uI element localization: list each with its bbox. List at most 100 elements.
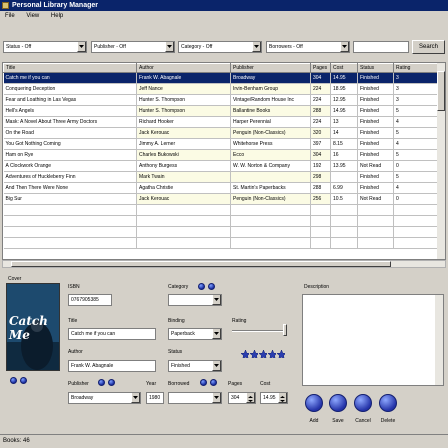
delete-button[interactable] xyxy=(379,394,397,412)
empty-cell xyxy=(393,215,438,227)
delete-button-label: Delete xyxy=(380,418,396,424)
table-row[interactable]: You Got Nothing Coming Jimmy A. Lerner Whi… xyxy=(3,138,438,150)
search-input[interactable] xyxy=(353,41,409,53)
cancel-button[interactable] xyxy=(354,394,372,412)
empty-cell xyxy=(3,237,137,249)
table-row[interactable]: Catch me if you can Frank W. Abagnale Broa… xyxy=(3,72,438,84)
empty-cell xyxy=(230,215,311,227)
rating-slider-thumb[interactable] xyxy=(283,324,287,336)
table-row[interactable]: Adventures of Huckleberry Finn Mark Twain… xyxy=(3,171,438,183)
column-header-pages[interactable]: Pages xyxy=(310,63,331,73)
category-select[interactable] xyxy=(168,294,222,306)
category-edit-icon[interactable] xyxy=(208,283,215,290)
publisher-select[interactable]: Broadway xyxy=(68,392,141,404)
borrowers-filter-select[interactable]: Borrowers - Off xyxy=(266,41,350,53)
menu-view[interactable]: View xyxy=(21,11,44,22)
publisher-label: Publisher xyxy=(68,381,89,387)
publisher-add-icon[interactable] xyxy=(98,379,105,386)
cell-pages: 288 xyxy=(310,105,331,117)
table-row[interactable]: Ham on Rye Charles Bukowski Ecco 304 16 Finis… xyxy=(3,149,438,161)
cell-pages: 224 xyxy=(310,116,331,128)
empty-cell xyxy=(230,237,311,249)
description-label: Description xyxy=(304,284,330,290)
cell-publisher: Ecco xyxy=(230,149,311,161)
table-row[interactable]: Fear and Loathing in Las Vegas Hunter S. … xyxy=(3,94,438,106)
isbn-field[interactable]: 0767905385 xyxy=(68,294,112,306)
year-field[interactable]: 1980 xyxy=(146,392,164,404)
borrowed-select[interactable] xyxy=(168,392,222,404)
cell-author: Jeff Nance xyxy=(136,83,231,95)
app-window: Personal Library Manager File View Help … xyxy=(0,0,448,448)
cell-publisher: Vintage/Random House Inc xyxy=(230,94,311,106)
author-field[interactable]: Frank W. Abagnale xyxy=(68,360,156,372)
column-header-status[interactable]: Status xyxy=(357,63,394,73)
category-add-icon[interactable] xyxy=(198,283,205,290)
empty-cell xyxy=(310,226,331,238)
table-row[interactable]: Hell's Angels Hunter S. Thompson Ballantin… xyxy=(3,105,438,117)
window-title: Personal Library Manager xyxy=(12,2,98,9)
cell-author: Jimmy A. Lerner xyxy=(136,138,231,150)
cover-next-icon[interactable] xyxy=(20,377,27,384)
title-field[interactable]: Catch me if you can xyxy=(68,328,156,340)
cell-cost: 14.95 xyxy=(330,105,358,117)
menu-help[interactable]: Help xyxy=(46,11,68,22)
add-button[interactable] xyxy=(305,394,323,412)
cell-title: Catch me if you can xyxy=(3,72,137,84)
table-row-empty xyxy=(3,237,438,249)
table-row[interactable]: Big Sur Jack Kerouac Penguin (Non-Classics… xyxy=(3,193,438,205)
cell-author: Anthony Burgess xyxy=(136,160,231,172)
cost-value: 14.95 xyxy=(263,395,276,401)
borrowed-edit-icon[interactable] xyxy=(210,379,217,386)
table-row[interactable]: Mask: A Novel About Three Army Doctors Ri… xyxy=(3,116,438,128)
app-icon xyxy=(2,2,9,9)
description-field[interactable] xyxy=(302,294,444,386)
publisher-filter-select[interactable]: Publisher - Off xyxy=(91,41,175,53)
status-filter-select[interactable]: Status - Off xyxy=(3,41,87,53)
table-horizontal-scrollbar[interactable] xyxy=(2,260,446,268)
binding-select[interactable]: Paperback xyxy=(168,328,222,340)
cell-status: Finished xyxy=(357,116,394,128)
scrollbar-thumb[interactable] xyxy=(437,71,445,111)
table-row[interactable]: On the Road Jack Kerouac Penguin (Non-Clas… xyxy=(3,127,438,139)
cost-stepper[interactable]: 14.95 xyxy=(260,392,288,404)
column-header-title[interactable]: Title xyxy=(3,63,137,73)
chevron-down-icon xyxy=(131,393,140,403)
cell-cost: 12.95 xyxy=(330,94,358,106)
column-header-rating[interactable]: Rating xyxy=(393,63,438,73)
column-header-publisher[interactable]: Publisher xyxy=(230,63,311,73)
cell-title: And Then There Were None xyxy=(3,182,137,194)
table-row[interactable]: Conquering Deception Jeff Nance Irvin-Benh… xyxy=(3,83,438,95)
category-filter-select[interactable]: Category - Off xyxy=(178,41,262,53)
cover-prev-icon[interactable] xyxy=(10,377,17,384)
cell-author: Charles Bukowski xyxy=(136,149,231,161)
chevron-down-icon xyxy=(212,295,221,305)
title-label: Title xyxy=(68,318,78,324)
scrollbar-thumb[interactable] xyxy=(11,261,391,267)
book-count: Books: 46 xyxy=(3,438,30,444)
empty-cell xyxy=(230,226,311,238)
column-header-cost[interactable]: Cost xyxy=(330,63,358,73)
cell-status: Finished xyxy=(357,83,394,95)
cell-publisher: Harper Perennial xyxy=(230,116,311,128)
table-vertical-scrollbar[interactable] xyxy=(437,63,445,259)
cell-author: Richard Hooker xyxy=(136,116,231,128)
borrowed-add-icon[interactable] xyxy=(200,379,207,386)
star-icon xyxy=(259,350,267,358)
menu-file[interactable]: File xyxy=(0,11,20,22)
chevron-down-icon xyxy=(212,329,221,339)
status-select[interactable]: Finished xyxy=(168,360,222,372)
cell-rating: 0 xyxy=(393,193,438,205)
publisher-edit-icon[interactable] xyxy=(108,379,115,386)
empty-cell xyxy=(330,215,358,227)
cell-cost: 13.95 xyxy=(330,160,358,172)
cell-title: Mask: A Novel About Three Army Doctors xyxy=(3,116,137,128)
description-scrollbar[interactable] xyxy=(435,295,443,385)
save-button[interactable] xyxy=(329,394,347,412)
pages-stepper[interactable]: 304 xyxy=(228,392,256,404)
add-button-label: Add xyxy=(309,418,319,424)
table-row[interactable]: And Then There Were None Agatha Christie S… xyxy=(3,182,438,194)
search-button[interactable]: Search xyxy=(412,40,445,54)
column-header-author[interactable]: Author xyxy=(136,63,231,73)
rating-slider[interactable] xyxy=(232,330,284,332)
table-row[interactable]: A Clockwork Orange Anthony Burgess W. W. N… xyxy=(3,160,438,172)
